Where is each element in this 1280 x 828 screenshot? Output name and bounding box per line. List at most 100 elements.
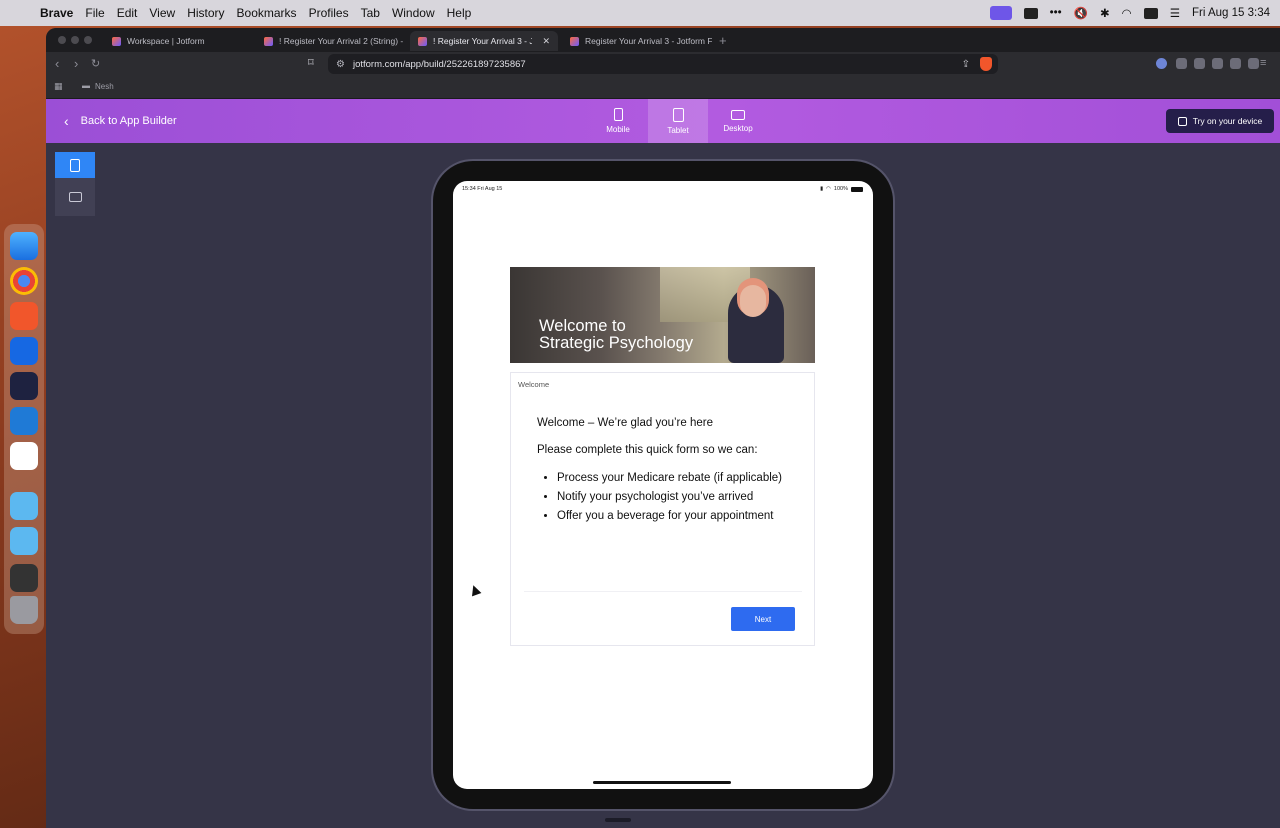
- brave-icon[interactable]: [10, 302, 38, 330]
- chatgpt-icon[interactable]: [10, 442, 38, 470]
- device-label: Mobile: [606, 125, 630, 134]
- menu-window[interactable]: Window: [392, 6, 435, 20]
- divider: [524, 591, 802, 592]
- new-tab-icon[interactable]: +: [719, 33, 727, 48]
- welcome-banner-image: Welcome to Strategic Psychology: [510, 267, 815, 363]
- bluetooth-icon[interactable]: ✱: [1100, 6, 1110, 20]
- banner-person-head: [740, 285, 766, 317]
- reload-icon[interactable]: ↻: [91, 57, 100, 70]
- device-label: Desktop: [723, 123, 753, 133]
- menu-help[interactable]: Help: [447, 6, 472, 20]
- intro-text: Please complete this quick form so we ca…: [537, 444, 758, 456]
- tab-title: Register Your Arrival 3 - Jotform F: [585, 36, 712, 46]
- tablet-frame: 15:34 Fri Aug 15 ▮ ◠ 100% Welcome to Str…: [433, 161, 893, 809]
- home-indicator: [593, 781, 731, 784]
- close-tab-icon[interactable]: ✕: [542, 36, 550, 47]
- dock: [4, 224, 44, 634]
- portrait-button[interactable]: [55, 152, 95, 178]
- applications-folder-icon[interactable]: [10, 492, 38, 520]
- device-label: Tablet: [667, 125, 689, 135]
- finder-icon[interactable]: [10, 232, 38, 260]
- address-bar[interactable]: ⌑ ⚙ jotform.com/app/build/25226189723586…: [308, 54, 998, 74]
- apps-grid-icon[interactable]: ▦: [54, 81, 63, 92]
- close-window-button[interactable]: [58, 36, 66, 44]
- grammarly-icon[interactable]: [1023, 7, 1038, 19]
- url-text[interactable]: jotform.com/app/build/252261897235867: [353, 59, 526, 70]
- downloads-folder-icon[interactable]: [10, 527, 38, 555]
- wifi-icon: ◠: [826, 186, 831, 192]
- list-item: Notify your psychologist you’ve arrived: [557, 488, 787, 507]
- try-on-device-button[interactable]: Try on your device: [1166, 109, 1274, 133]
- menu-bookmarks[interactable]: Bookmarks: [237, 6, 297, 20]
- jotform-favicon-icon: [264, 36, 273, 46]
- form-card: Welcome Welcome – We’re glad you’re here…: [510, 372, 815, 646]
- share-icon[interactable]: ⇪: [962, 59, 970, 70]
- tab-title: ! Register Your Arrival 3 - Jotfo: [433, 36, 533, 46]
- back-icon[interactable]: ‹: [55, 56, 59, 71]
- vscode-icon[interactable]: [10, 407, 38, 435]
- wifi-icon[interactable]: ◠: [1122, 6, 1132, 20]
- menu-history[interactable]: History: [187, 6, 224, 20]
- battery-icon[interactable]: [1143, 7, 1158, 19]
- tablet-status-bar: 15:34 Fri Aug 15 ▮ ◠ 100%: [453, 181, 873, 197]
- menu-profiles[interactable]: Profiles: [309, 6, 349, 20]
- menu-view[interactable]: View: [149, 6, 175, 20]
- banner-title-line1: Welcome to: [539, 317, 626, 335]
- tasks-icon[interactable]: [10, 337, 38, 365]
- device-desktop-button[interactable]: Desktop: [708, 99, 768, 143]
- tab-register-3-active[interactable]: ! Register Your Arrival 3 - Jotfo ✕: [410, 31, 558, 51]
- menu-file[interactable]: File: [85, 6, 104, 20]
- screen-share-icon[interactable]: [989, 6, 1012, 20]
- bookmark-icon[interactable]: ⌑: [308, 56, 314, 69]
- extension-3-icon[interactable]: [1194, 58, 1205, 69]
- control-center-icon[interactable]: ☰: [1170, 6, 1180, 20]
- benefits-list: Process your Medicare rebate (if applica…: [537, 469, 787, 526]
- app-builder-header: ‹ Back to App Builder Mobile Tablet Desk…: [46, 99, 1280, 143]
- mute-icon[interactable]: 🔇: [1074, 6, 1088, 20]
- tab-title: Workspace | Jotform: [127, 36, 205, 46]
- status-time: 15:34 Fri Aug 15: [462, 186, 503, 192]
- menu-icon[interactable]: ≡: [1260, 57, 1266, 69]
- tab-register-3-jotform[interactable]: Register Your Arrival 3 - Jotform F: [562, 31, 712, 51]
- site-settings-icon[interactable]: ⚙: [336, 59, 345, 70]
- bottom-handle[interactable]: [605, 818, 631, 822]
- next-button[interactable]: Next: [731, 607, 795, 631]
- trash-icon[interactable]: [10, 596, 38, 624]
- tab-workspace[interactable]: Workspace | Jotform: [104, 31, 254, 51]
- tab-bar: Workspace | Jotform ! Register Your Arri…: [46, 28, 1280, 52]
- extension-2-icon[interactable]: [1176, 58, 1187, 69]
- jotform-favicon-icon: [418, 36, 427, 46]
- menu-app-name[interactable]: Brave: [40, 6, 73, 20]
- landscape-button[interactable]: [55, 184, 95, 210]
- chrome-icon[interactable]: [10, 267, 38, 295]
- menubar-clock[interactable]: Fri Aug 15 3:34: [1192, 7, 1270, 19]
- device-tablet-button[interactable]: Tablet: [648, 99, 708, 143]
- list-item: Offer you a beverage for your appointmen…: [557, 507, 787, 526]
- bookmark-folder-nesh[interactable]: Nesh: [95, 82, 114, 91]
- back-to-app-builder-button[interactable]: ‹ Back to App Builder: [64, 99, 177, 143]
- menu-tab[interactable]: Tab: [361, 6, 380, 20]
- chevron-left-icon: ‹: [64, 113, 69, 129]
- more-icon[interactable]: •••: [1050, 7, 1062, 19]
- brave-shields-icon[interactable]: [980, 57, 992, 71]
- tab-title: ! Register Your Arrival 2 (String) -: [279, 36, 404, 46]
- device-switcher: Mobile Tablet Desktop: [588, 99, 768, 143]
- mobile-icon: [613, 108, 623, 121]
- menu-edit[interactable]: Edit: [117, 6, 138, 20]
- zoom-window-button[interactable]: [84, 36, 92, 44]
- extension-1-icon[interactable]: [1156, 58, 1167, 69]
- device-mobile-button[interactable]: Mobile: [588, 99, 648, 143]
- stats-icon[interactable]: [10, 372, 38, 400]
- tab-register-2[interactable]: ! Register Your Arrival 2 (String) -: [256, 31, 406, 51]
- bookmarks-bar: ▦ ▬ Nesh: [46, 76, 1280, 99]
- minimize-window-button[interactable]: [71, 36, 79, 44]
- orientation-switcher: [55, 152, 95, 216]
- extension-4-icon[interactable]: [1212, 58, 1223, 69]
- extension-6-icon[interactable]: [1248, 58, 1259, 69]
- folder-icon: ▬: [82, 81, 90, 90]
- forward-icon[interactable]: ›: [74, 56, 78, 71]
- window-preview-icon[interactable]: [10, 564, 38, 592]
- tablet-icon: [672, 107, 684, 122]
- extension-5-icon[interactable]: [1230, 58, 1241, 69]
- banner-title: Welcome to Strategic Psychology: [539, 318, 693, 352]
